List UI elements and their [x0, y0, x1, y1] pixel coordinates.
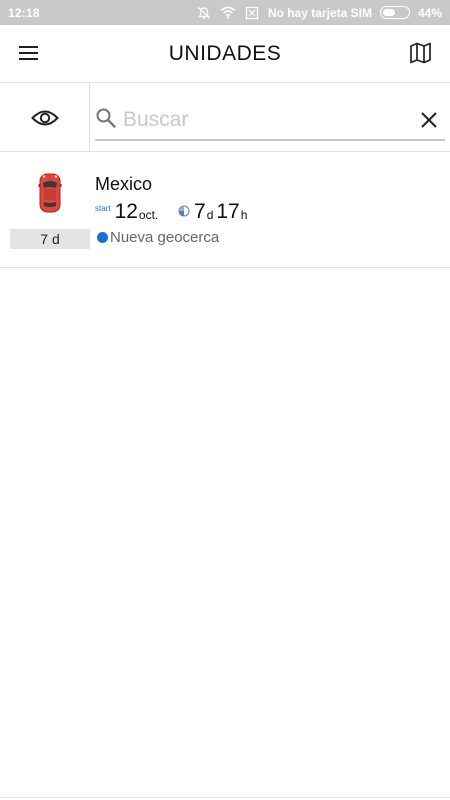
start-date: start 12 oct.: [95, 201, 158, 223]
unit-list-item[interactable]: 7 d Mexico start 12 oct. 7 d 17 h Nueva …: [0, 152, 450, 268]
status-icons: No hay tarjeta SIM 44%: [196, 6, 442, 20]
clear-search-button[interactable]: [417, 108, 441, 132]
start-month: oct.: [138, 208, 159, 222]
carrier-text: No hay tarjeta SIM: [267, 5, 372, 20]
no-sim-icon: [244, 6, 260, 20]
duration-days-unit: d: [206, 208, 214, 222]
duration-badge: 7 d: [10, 229, 90, 249]
duration: 7 d 17 h: [178, 201, 250, 223]
search-input[interactable]: [123, 101, 408, 139]
app-bar: UNIDADES: [0, 25, 450, 83]
search-box: [95, 101, 445, 141]
map-icon: [410, 42, 431, 64]
duration-days: 7: [194, 200, 206, 223]
duration-hours-unit: h: [240, 208, 248, 222]
start-day: 12: [114, 200, 138, 223]
map-button[interactable]: [408, 40, 434, 66]
search-row: [0, 83, 450, 152]
bell-off-icon: [196, 6, 212, 20]
status-bar: 12:18 No hay tarjeta SIM 44%: [0, 0, 450, 25]
battery-level: [382, 9, 396, 16]
unit-icon-wrap: [10, 172, 90, 228]
battery-icon: [379, 6, 410, 19]
wifi-icon: [220, 6, 236, 20]
close-icon: [421, 112, 437, 128]
battery-text: 44%: [417, 5, 442, 20]
bottom-divider: [0, 797, 450, 798]
visibility-toggle-button[interactable]: [0, 83, 90, 152]
geofence: Nueva geocerca: [97, 229, 219, 246]
menu-button[interactable]: [16, 40, 42, 66]
status-time: 12:18: [8, 5, 40, 20]
page-title: UNIDADES: [168, 41, 282, 65]
clock-icon: [178, 205, 190, 217]
unit-name: Mexico: [95, 174, 153, 194]
search-icon: [96, 108, 116, 128]
duration-hours: 17: [216, 200, 240, 223]
geofence-label: Nueva geocerca: [110, 229, 220, 246]
geofence-dot-icon: [97, 232, 108, 243]
start-label: start: [95, 204, 111, 213]
eye-icon: [30, 110, 59, 125]
car-icon: [38, 173, 62, 213]
menu-icon: [19, 46, 38, 60]
